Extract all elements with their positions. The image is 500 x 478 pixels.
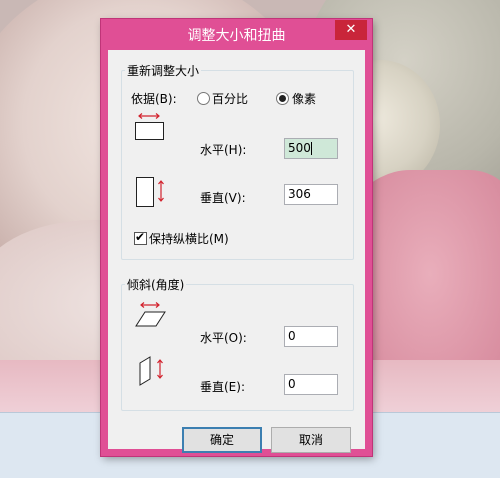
title-bar[interactable]: 调整大小和扭曲 ✕ — [101, 19, 372, 49]
skew-horizontal-label: 水平(O): — [200, 331, 247, 345]
keep-ratio-checkbox[interactable]: ✔ — [134, 230, 147, 245]
skew-vertical-input[interactable]: 0 — [284, 374, 338, 395]
ok-button[interactable]: 确定 — [182, 427, 262, 453]
close-button[interactable]: ✕ — [335, 20, 367, 40]
percent-radio[interactable] — [197, 92, 210, 105]
resize-horizontal-label: 水平(H): — [200, 143, 247, 157]
skew-horizontal-icon — [135, 302, 166, 327]
keep-ratio-label[interactable]: 保持纵横比(M) — [149, 230, 229, 247]
dialog-body: 重新调整大小 依据(B): 百分比 像素 水平(H): 500 垂直(V): 3… — [108, 50, 365, 453]
resize-vertical-input[interactable]: 306 — [284, 184, 338, 205]
resize-horizontal-icon — [135, 113, 164, 140]
pixels-label[interactable]: 像素 — [292, 90, 316, 107]
pixels-radio[interactable] — [276, 92, 289, 105]
percent-label[interactable]: 百分比 — [212, 90, 248, 107]
cancel-button[interactable]: 取消 — [271, 427, 351, 453]
skew-group-label: 倾斜(角度) — [125, 276, 187, 293]
skew-vertical-label: 垂直(E): — [200, 380, 245, 394]
close-icon: ✕ — [345, 22, 357, 37]
resize-vertical-icon — [136, 177, 164, 207]
dialog-title: 调整大小和扭曲 — [187, 28, 286, 44]
resize-group-label: 重新调整大小 — [125, 62, 202, 79]
skew-horizontal-input[interactable]: 0 — [284, 326, 338, 347]
skew-vertical-icon — [139, 356, 163, 386]
resize-skew-dialog: 调整大小和扭曲 ✕ 重新调整大小 依据(B): 百分比 像素 水平(H): 50… — [101, 19, 372, 456]
check-icon: ✔ — [135, 230, 146, 244]
resize-horizontal-input[interactable]: 500 — [284, 138, 338, 159]
by-label: 依据(B): — [131, 92, 177, 106]
resize-vertical-label: 垂直(V): — [200, 191, 246, 205]
